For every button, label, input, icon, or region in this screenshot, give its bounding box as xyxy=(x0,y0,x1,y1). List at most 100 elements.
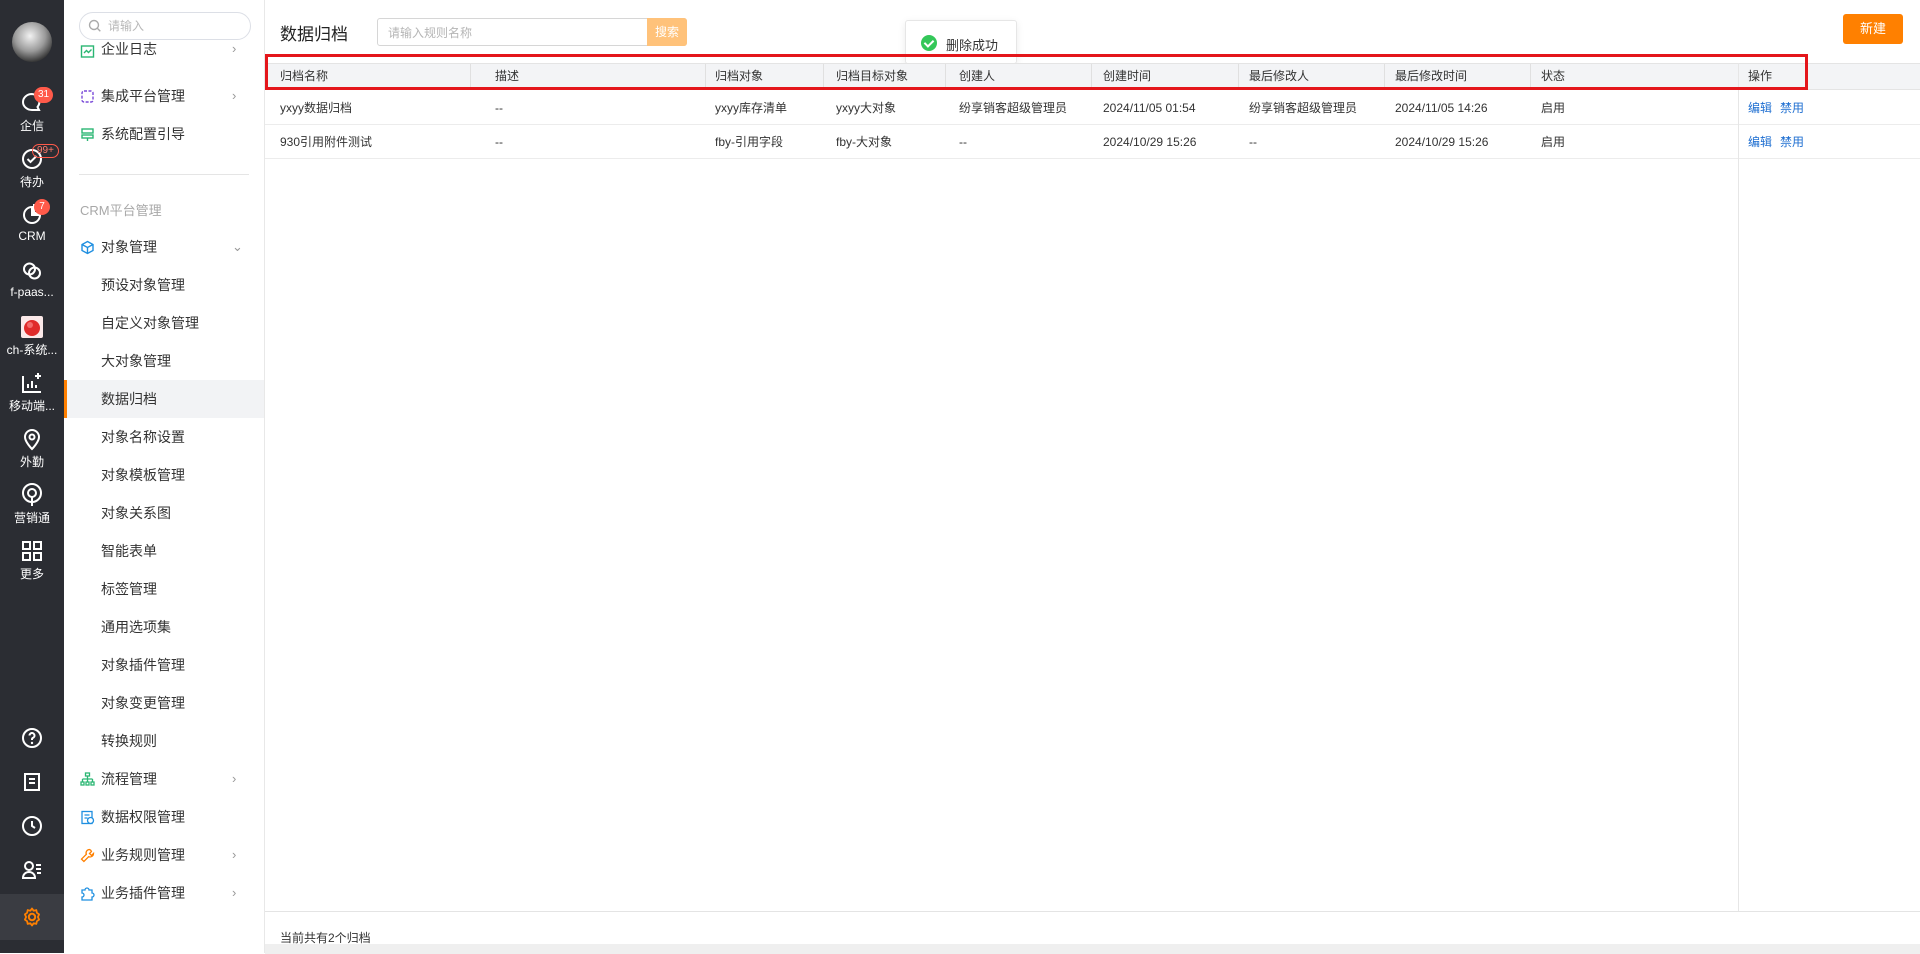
grid-icon xyxy=(22,541,42,561)
new-button[interactable]: 新建 xyxy=(1843,14,1903,44)
help-button[interactable] xyxy=(0,718,64,758)
cell-modified-time: 2024/11/05 14:26 xyxy=(1395,101,1488,115)
guide-icon xyxy=(81,128,94,141)
flow-icon xyxy=(80,772,95,786)
submenu-item-label: 预设对象管理 xyxy=(101,277,185,293)
submenu-item[interactable]: 通用选项集 xyxy=(64,608,264,646)
integration-icon xyxy=(81,90,94,103)
rail-item-ch-system[interactable]: ch-系统... xyxy=(0,314,64,364)
submenu-item[interactable]: 大对象管理 xyxy=(64,342,264,380)
submenu-item-label: 自定义对象管理 xyxy=(101,315,199,331)
submenu-item[interactable]: 预设对象管理 xyxy=(64,266,264,304)
submenu-item[interactable]: 自定义对象管理 xyxy=(64,304,264,342)
wrench-icon xyxy=(80,848,95,863)
contacts-button[interactable] xyxy=(0,850,64,890)
rail-item-fpaas[interactable]: f-paas... xyxy=(0,258,64,308)
submenu-item-label: 对象名称设置 xyxy=(101,429,185,445)
menu-item-enterprise-log[interactable]: 企业日志 › xyxy=(64,40,264,66)
menu-category-title: CRM平台管理 xyxy=(80,203,162,218)
table-row[interactable]: yxyy数据归档 -- yxyy库存清单 yxyy大对象 纷享销客超级管理员 2… xyxy=(265,91,1920,125)
search-icon xyxy=(88,19,101,32)
cell-target-object: yxyy大对象 xyxy=(836,101,897,115)
rail-label: f-paas... xyxy=(10,285,54,299)
rail-item-marketing[interactable]: 营销通 xyxy=(0,482,64,532)
search-button[interactable]: 搜索 xyxy=(647,18,687,46)
cell-modifier: 纷享销客超级管理员 xyxy=(1249,101,1358,115)
toast-message: 删除成功 xyxy=(946,38,999,53)
cell-created-time: 2024/11/05 01:54 xyxy=(1103,101,1196,115)
cell-status: 启用 xyxy=(1541,135,1566,149)
notes-button[interactable] xyxy=(0,762,64,802)
submenu-item[interactable]: 对象插件管理 xyxy=(64,646,264,684)
menu-item-data-permission[interactable]: 数据权限管理 xyxy=(64,798,264,836)
cell-description: -- xyxy=(495,135,503,149)
edit-link[interactable]: 编辑 xyxy=(1748,101,1772,115)
cell-creator: 纷享销客超级管理员 xyxy=(959,101,1068,115)
rail-item-qixin[interactable]: 31 企信 xyxy=(0,87,64,140)
submenu-item[interactable]: 对象模板管理 xyxy=(64,456,264,494)
submenu-item[interactable]: 转换规则 xyxy=(64,722,264,760)
rail-item-more[interactable]: 更多 xyxy=(0,538,64,588)
disable-link[interactable]: 禁用 xyxy=(1780,135,1804,149)
rail-label: 待办 xyxy=(19,175,44,189)
submenu-item[interactable]: 对象关系图 xyxy=(64,494,264,532)
todo-badge: 99+ xyxy=(32,144,59,158)
table-footer: 当前共有2个归档 xyxy=(265,911,1920,954)
submenu-item-active[interactable]: 数据归档 xyxy=(64,380,264,418)
rail-label: 企信 xyxy=(19,119,44,133)
cell-actions: 编辑 禁用 xyxy=(1748,125,1812,159)
submenu-item-label: 转换规则 xyxy=(101,733,157,749)
rail-item-mobile[interactable]: 移动端... xyxy=(0,370,64,420)
main-content: 数据归档 搜索 删除成功 新建 归档名称 描述 归档对象 归档目标对象 创建人 … xyxy=(265,0,1920,954)
rail-label: ch-系统... xyxy=(6,343,58,357)
menu-divider xyxy=(79,174,249,175)
crm-badge: 7 xyxy=(34,199,50,215)
menu-item-label: 系统配置引导 xyxy=(101,126,185,142)
settings-menu: 企业日志 › 集成平台管理 › 系统配置引导 CRM平台管理 对象管理 ⌄ 预设… xyxy=(64,0,265,953)
cell-object: fby-引用字段 xyxy=(715,135,784,149)
rule-search-input[interactable] xyxy=(386,24,626,42)
cell-creator: -- xyxy=(959,135,967,149)
disable-link[interactable]: 禁用 xyxy=(1780,101,1804,115)
menu-item-business-rules[interactable]: 业务规则管理 › xyxy=(64,836,264,874)
cell-created-time: 2024/10/29 15:26 xyxy=(1103,135,1197,149)
settings-button[interactable] xyxy=(0,894,64,940)
rail-label: CRM xyxy=(18,229,46,243)
menu-item-integration[interactable]: 集成平台管理 › xyxy=(64,77,264,115)
menu-item-label: 企业日志 xyxy=(101,41,157,57)
submenu-item-label: 智能表单 xyxy=(101,543,157,559)
avatar[interactable] xyxy=(12,22,52,62)
submenu-item[interactable]: 对象名称设置 xyxy=(64,418,264,456)
app-thumbnail-icon xyxy=(21,316,43,338)
menu-search xyxy=(79,12,251,40)
puzzle-icon xyxy=(81,887,95,901)
submenu-item-label: 对象插件管理 xyxy=(101,657,185,673)
submenu-item[interactable]: 对象变更管理 xyxy=(64,684,264,722)
cell-actions: 编辑 禁用 xyxy=(1748,91,1812,125)
submenu-item[interactable]: 智能表单 xyxy=(64,532,264,570)
submenu-item-label: 数据归档 xyxy=(101,391,157,407)
chevron-right-icon: › xyxy=(232,41,237,56)
chevron-right-icon: › xyxy=(232,771,237,786)
menu-item-label: 流程管理 xyxy=(101,771,157,787)
edit-link[interactable]: 编辑 xyxy=(1748,135,1772,149)
cell-status: 启用 xyxy=(1541,101,1566,115)
notebook-icon xyxy=(24,773,40,791)
menu-item-label: 对象管理 xyxy=(101,239,157,255)
history-button[interactable] xyxy=(0,806,64,846)
chevron-right-icon: › xyxy=(232,885,237,900)
menu-item-object-management[interactable]: 对象管理 ⌄ xyxy=(64,228,264,266)
rail-item-field-work[interactable]: 外勤 xyxy=(0,426,64,476)
rail-label: 外勤 xyxy=(19,455,44,469)
app-rail: 31 企信 99+ 待办 7 CRM f-paas... ch-系统... 移动… xyxy=(0,0,64,953)
rail-item-crm[interactable]: 7 CRM xyxy=(0,199,64,252)
submenu-item-label: 通用选项集 xyxy=(101,619,171,635)
menu-item-config-guide[interactable]: 系统配置引导 xyxy=(64,115,264,153)
rail-item-todo[interactable]: 99+ 待办 xyxy=(0,144,64,196)
menu-item-business-plugins[interactable]: 业务插件管理 › xyxy=(64,874,264,912)
menu-search-input[interactable] xyxy=(106,17,246,35)
table-row[interactable]: 930引用附件测试 -- fby-引用字段 fby-大对象 -- 2024/10… xyxy=(265,125,1920,159)
rings-icon xyxy=(23,262,41,280)
menu-item-flow[interactable]: 流程管理 › xyxy=(64,760,264,798)
submenu-item[interactable]: 标签管理 xyxy=(64,570,264,608)
